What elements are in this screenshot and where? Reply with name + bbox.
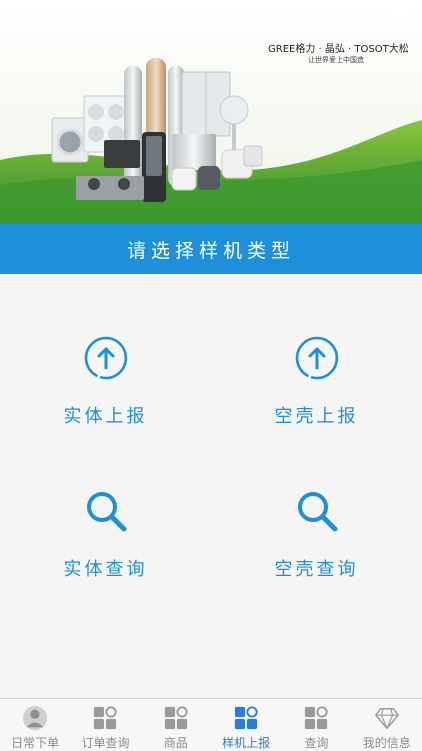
diamond-icon: [374, 707, 399, 729]
tab-label: 查询: [304, 736, 329, 750]
grid-icon: [234, 706, 258, 730]
tab-label: 我的信息: [362, 736, 411, 750]
entity-report-button[interactable]: 实体上报: [0, 334, 211, 504]
shell-query-label: 空壳查询: [274, 559, 359, 580]
battery-icon: [388, 5, 417, 18]
shell-query-button[interactable]: 空壳查询: [211, 487, 422, 657]
brand-slogan: 让世界爱上中国造: [308, 56, 364, 64]
entity-query-button[interactable]: 实体查询: [0, 487, 211, 657]
tab-my-info[interactable]: 我的信息: [352, 699, 422, 751]
upload-icon: [84, 336, 127, 380]
tab-order-query[interactable]: 订单查询: [70, 699, 140, 751]
banner-graphic: [0, 0, 422, 224]
tab-label: 订单查询: [81, 736, 130, 750]
entity-query-label: 实体查询: [63, 559, 148, 580]
tab-daily-order[interactable]: 日常下单: [0, 699, 70, 751]
page-title-bar: 请选择样机类型: [0, 224, 422, 274]
action-grid: 实体上报 空壳上报 实体查询 空壳查询: [0, 274, 422, 698]
grid-icon: [164, 706, 188, 730]
tab-label: 样机上报: [222, 736, 271, 750]
grid-icon: [94, 706, 118, 730]
tab-bar: 日常下单 订单查询 商品 样机上报 查询 我的信息: [0, 698, 422, 751]
tab-query[interactable]: 查询: [281, 699, 351, 751]
grid-icon: [305, 706, 329, 730]
status-bar: Carrier 1:38 PM: [0, 0, 422, 22]
banner: GREE格力 · 晶弘 · TOSOT大松 让世界爱上中国造: [0, 0, 422, 224]
upload-icon: [295, 336, 338, 380]
status-time: 1:38 PM: [181, 3, 241, 18]
tab-label: 商品: [163, 736, 188, 750]
brand-logos: GREE格力 · 晶弘 · TOSOT大松: [268, 44, 409, 55]
shell-report-label: 空壳上报: [274, 406, 359, 427]
tab-sample-report[interactable]: 样机上报: [211, 699, 281, 751]
entity-report-label: 实体上报: [63, 406, 148, 427]
search-icon: [86, 492, 126, 532]
shell-report-button[interactable]: 空壳上报: [211, 334, 422, 504]
page-title: 请选择样机类型: [126, 239, 295, 262]
tab-products[interactable]: 商品: [141, 699, 211, 751]
search-icon: [297, 492, 337, 532]
person-icon: [23, 705, 48, 731]
tab-label: 日常下单: [11, 736, 60, 750]
